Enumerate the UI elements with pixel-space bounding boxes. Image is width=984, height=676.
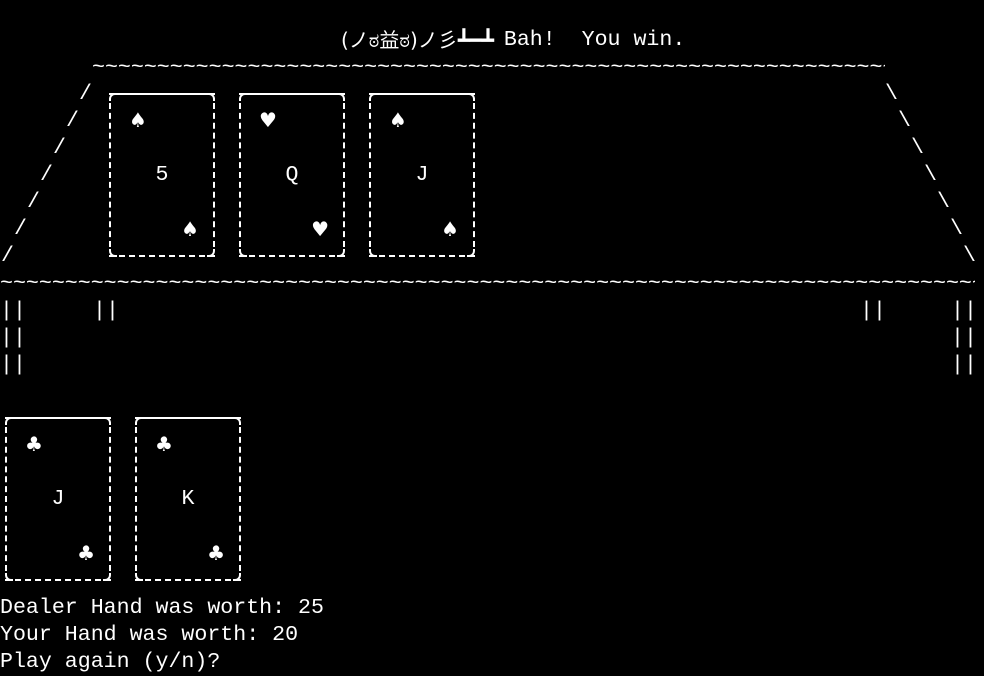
dealer-total-text: Dealer Hand was worth: 25: [0, 596, 324, 620]
player-total-text: Your Hand was worth: 20: [0, 623, 299, 647]
table-right-leg: \: [963, 244, 976, 268]
table-left-leg: /: [14, 217, 27, 241]
card-rank: 5: [155, 163, 169, 187]
dealer-card: ♠ 5 ♠: [109, 93, 215, 257]
table-post: ||: [951, 299, 977, 323]
table-right-leg: \: [937, 190, 950, 214]
table-right-leg: \: [911, 136, 924, 160]
table-left-leg: /: [1, 244, 14, 268]
table-right-leg: \: [950, 217, 963, 241]
club-icon: ♣: [155, 432, 173, 456]
card-rank: K: [181, 487, 195, 511]
table-left-leg: /: [66, 109, 79, 133]
table-post: ||: [0, 326, 26, 350]
table-edge: ~~~~~~~~~~~~~~~~~~~~~~~~~~~~~~~~~~~~~~~~…: [0, 272, 975, 296]
table-post: ||: [0, 299, 26, 323]
table-right-leg: \: [898, 109, 911, 133]
table-flip-emoticon: (ノಠ益ಠ)ノ彡┻━┻: [341, 28, 494, 52]
table-top-edge: ~~~~~~~~~~~~~~~~~~~~~~~~~~~~~~~~~~~~~~~~…: [92, 56, 885, 80]
club-icon: ♣: [25, 432, 43, 456]
play-again-prompt[interactable]: Play again (y/n)?: [0, 649, 220, 676]
result-banner: (ノಠ益ಠ)ノ彡┻━┻ Bah! You win.: [341, 27, 685, 54]
table-post: ||: [0, 353, 26, 377]
player-card: ♣ K ♣: [135, 417, 241, 581]
club-icon: ♣: [207, 541, 225, 565]
dealer-card: ♥ Q ♥: [239, 93, 345, 257]
table-post: ||: [951, 326, 977, 350]
table-left-leg: /: [79, 82, 92, 106]
table-right-leg: \: [924, 163, 937, 187]
table-post: ||: [951, 353, 977, 377]
club-icon: ♣: [77, 541, 95, 565]
player-card: ♣ J ♣: [5, 417, 111, 581]
table-left-leg: /: [40, 163, 53, 187]
spade-icon: ♠: [129, 108, 147, 132]
spade-icon: ♠: [181, 217, 199, 241]
table-post: ||: [860, 299, 886, 323]
table-left-leg: /: [53, 136, 66, 160]
spade-icon: ♠: [389, 108, 407, 132]
heart-icon: ♥: [259, 108, 277, 132]
heart-icon: ♥: [311, 217, 329, 241]
table-right-leg: \: [885, 82, 898, 106]
spade-icon: ♠: [441, 217, 459, 241]
table-left-leg: /: [27, 190, 40, 214]
dealer-card: ♠ J ♠: [369, 93, 475, 257]
result-message: Bah! You win.: [503, 28, 686, 52]
card-rank: Q: [285, 163, 299, 187]
card-rank: J: [51, 487, 65, 511]
card-rank: J: [415, 163, 429, 187]
table-post: ||: [93, 299, 119, 323]
